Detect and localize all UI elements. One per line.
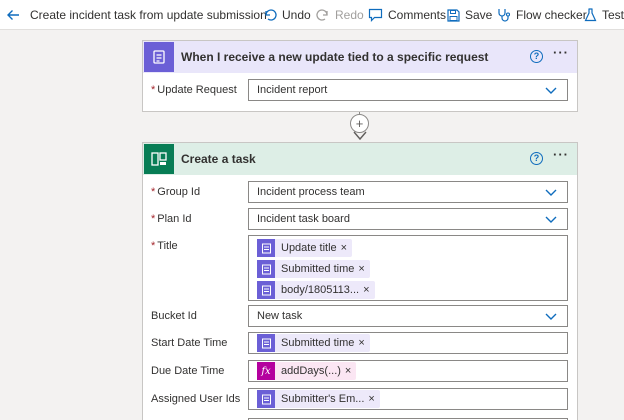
flow-title: Create incident task from update submiss… <box>30 7 267 22</box>
forms-icon <box>144 42 174 72</box>
update-request-label: * Update Request <box>151 84 237 96</box>
undo-icon <box>265 9 277 21</box>
group-id-dropdown[interactable]: Incident process team <box>248 181 568 203</box>
trigger-card[interactable]: When I receive a new update tied to a sp… <box>142 40 578 112</box>
plan-id-label: * Plan Id <box>151 213 192 225</box>
create-task-header[interactable]: Create a task ? ··· <box>143 143 577 175</box>
group-id-label: * Group Id <box>151 186 201 198</box>
help-icon[interactable]: ? <box>530 152 543 165</box>
trigger-title: When I receive a new update tied to a sp… <box>181 50 489 64</box>
help-icon[interactable]: ? <box>530 50 543 63</box>
plan-id-dropdown[interactable]: Incident task board <box>248 208 568 230</box>
create-task-card[interactable]: Create a task ? ··· * Group Id Incident p… <box>142 142 578 420</box>
start-date-time-input[interactable]: Submitted time × <box>248 332 568 354</box>
comment-icon <box>368 8 383 22</box>
undo-button[interactable]: Undo <box>263 0 311 30</box>
arrow-down-icon <box>353 131 367 141</box>
save-icon <box>447 8 460 22</box>
remove-token-icon[interactable]: × <box>341 242 352 254</box>
token-label: addDays(...) <box>281 365 341 377</box>
token-label: Submitted time <box>281 337 355 349</box>
flask-icon <box>584 8 597 22</box>
token-label: Submitted time <box>281 263 355 275</box>
command-bar: Create incident task from update submiss… <box>0 0 624 30</box>
dynamic-content-token[interactable]: Submitted time × <box>257 334 370 352</box>
remove-token-icon[interactable]: × <box>358 263 369 275</box>
token-label: body/1805113... <box>281 284 360 296</box>
update-request-dropdown[interactable]: Incident report <box>248 79 568 101</box>
redo-icon <box>316 9 328 21</box>
forms-icon <box>257 390 275 408</box>
dynamic-content-token[interactable]: Submitter's Em... × <box>257 390 380 408</box>
title-label: * Title <box>151 240 178 252</box>
bucket-id-dropdown[interactable]: New task <box>248 305 568 327</box>
comments-button[interactable]: Comments <box>368 0 446 30</box>
bucket-id-label: Bucket Id <box>151 310 197 322</box>
start-date-time-label: Start Date Time <box>151 337 228 349</box>
dynamic-content-token[interactable]: Submitted time × <box>257 260 370 278</box>
save-button[interactable]: Save <box>447 0 492 30</box>
create-task-title: Create a task <box>181 152 256 166</box>
stethoscope-icon <box>498 9 511 22</box>
more-options-icon[interactable]: ··· <box>553 147 569 162</box>
chevron-down-icon <box>545 313 557 320</box>
token-label: Submitter's Em... <box>281 393 365 405</box>
remove-token-icon[interactable]: × <box>358 337 369 349</box>
forms-icon <box>257 281 275 299</box>
test-button[interactable]: Test <box>584 0 624 30</box>
remove-token-icon[interactable]: × <box>345 365 356 377</box>
function-icon: fx <box>257 362 275 380</box>
update-request-value: Incident report <box>257 84 328 96</box>
flow-checker-button[interactable]: Flow checker <box>497 0 587 30</box>
chevron-down-icon <box>545 87 557 94</box>
remove-token-icon[interactable]: × <box>363 284 374 296</box>
save-label: Save <box>465 8 493 22</box>
flow-checker-label: Flow checker <box>516 8 587 22</box>
planner-icon <box>144 144 174 174</box>
test-label: Test <box>602 8 624 22</box>
remove-token-icon[interactable]: × <box>368 393 379 405</box>
more-options-icon[interactable]: ··· <box>553 45 569 60</box>
chevron-down-icon <box>545 216 557 223</box>
dynamic-content-token[interactable]: Update title × <box>257 239 353 257</box>
redo-label: Redo <box>335 8 364 22</box>
undo-label: Undo <box>282 8 311 22</box>
plan-id-value: Incident task board <box>257 213 350 225</box>
trigger-header[interactable]: When I receive a new update tied to a sp… <box>143 41 577 73</box>
due-date-time-input[interactable]: fx addDays(...) × <box>248 360 568 382</box>
forms-icon <box>257 334 275 352</box>
forms-icon <box>257 239 275 257</box>
chevron-down-icon <box>545 189 557 196</box>
token-label: Update title <box>281 242 337 254</box>
forms-icon <box>257 260 275 278</box>
redo-button[interactable]: Redo <box>316 0 364 30</box>
assigned-user-ids-input[interactable]: Submitter's Em... × <box>248 388 568 410</box>
dynamic-content-token[interactable]: body/1805113... × <box>257 281 375 299</box>
expression-token[interactable]: fx addDays(...) × <box>257 362 357 380</box>
back-arrow-icon[interactable] <box>0 0 26 30</box>
assigned-user-ids-label: Assigned User Ids <box>151 393 241 405</box>
bucket-id-value: New task <box>257 310 303 322</box>
title-input[interactable]: Update title × Submitted time × body/180… <box>248 235 568 301</box>
comments-label: Comments <box>388 8 447 22</box>
due-date-time-label: Due Date Time <box>151 365 225 377</box>
group-id-value: Incident process team <box>257 186 365 198</box>
